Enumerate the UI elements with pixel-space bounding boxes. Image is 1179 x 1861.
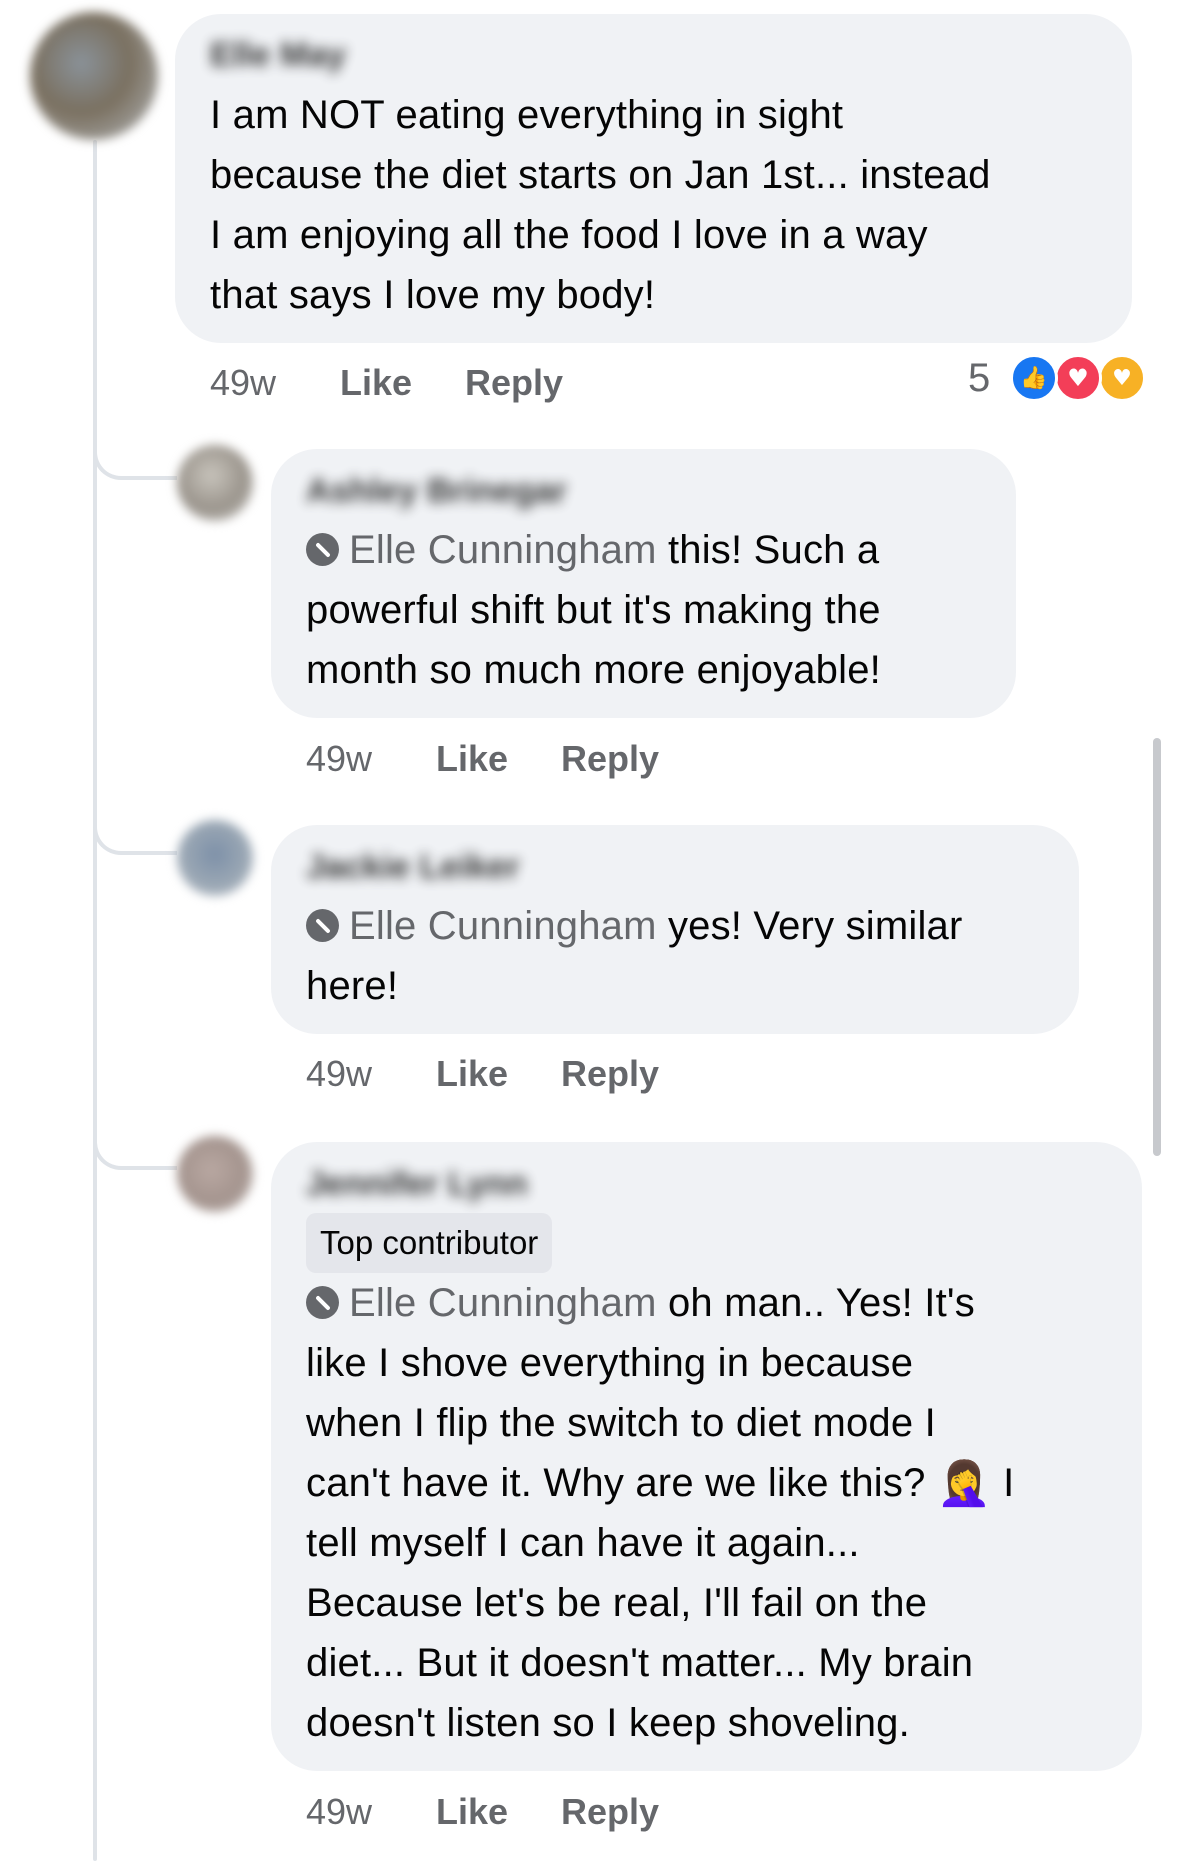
mention-icon: [306, 909, 339, 942]
comment-text-line: I am enjoying all the food I love in a w…: [210, 213, 928, 257]
mention-icon: [306, 1286, 339, 1319]
comment-text: Elle Cunningham oh man.. Yes! It's like …: [306, 1273, 1015, 1753]
comment-author[interactable]: Elle May: [210, 36, 346, 75]
comment-thread: Elle May I am NOT eating everything in s…: [0, 0, 1179, 1861]
like-button[interactable]: Like: [340, 362, 412, 404]
like-button[interactable]: Like: [436, 738, 508, 780]
like-button[interactable]: Like: [436, 1791, 508, 1833]
comment-text-line: Elle Cunningham yes! Very similar: [306, 896, 963, 956]
reply-button[interactable]: Reply: [561, 1053, 659, 1095]
comment-timestamp[interactable]: 49w: [306, 1053, 372, 1095]
comment-timestamp[interactable]: 49w: [210, 362, 276, 404]
comment-text-segment: I: [991, 1461, 1015, 1505]
comment-author[interactable]: Jackie Leiker: [306, 848, 520, 887]
comment-text-segment: oh man.. Yes! It's: [656, 1281, 975, 1325]
mention-link[interactable]: Elle Cunningham: [306, 1281, 657, 1325]
care-icon: ♥: [1098, 354, 1146, 402]
comment-text: Elle Cunningham this! Such a powerful sh…: [306, 520, 881, 700]
thread-elbow: [93, 420, 177, 480]
scrollbar[interactable]: [1153, 738, 1161, 1156]
mention-name: Elle Cunningham: [349, 904, 657, 948]
mention-link[interactable]: Elle Cunningham: [306, 528, 657, 572]
reply-button[interactable]: Reply: [561, 1791, 659, 1833]
avatar[interactable]: [30, 12, 158, 140]
mention-icon: [306, 533, 339, 566]
mention-name: Elle Cunningham: [349, 528, 657, 572]
reaction-count: 5: [968, 356, 991, 400]
like-button[interactable]: Like: [436, 1053, 508, 1095]
comment-text-line: here!: [306, 964, 399, 1008]
avatar[interactable]: [177, 820, 253, 896]
comment-text-segment: can't have it. Why are we like this?: [306, 1461, 937, 1505]
reaction-summary[interactable]: 5 ♥ ♥ 👍: [968, 354, 1158, 404]
reply-button[interactable]: Reply: [465, 362, 563, 404]
top-contributor-badge: Top contributor: [306, 1213, 553, 1273]
mention-name: Elle Cunningham: [349, 1281, 657, 1325]
comment-text-line: diet... But it doesn't matter... My brai…: [306, 1641, 974, 1685]
avatar[interactable]: [177, 1136, 253, 1212]
love-icon: ♥: [1054, 354, 1102, 402]
comment-text-line: I am NOT eating everything in sight: [210, 93, 844, 137]
thread-line: [93, 140, 97, 1861]
comment-text-segment: this! Such a: [656, 528, 880, 572]
facepalm-emoji: 🤦‍♀️: [936, 1458, 992, 1509]
comment-text: I am NOT eating everything in sight beca…: [210, 85, 991, 325]
like-icon: 👍: [1010, 354, 1058, 402]
comment-timestamp[interactable]: 49w: [306, 1791, 372, 1833]
comment-text-line: can't have it. Why are we like this? 🤦‍♀…: [306, 1453, 1015, 1513]
thread-elbow: [93, 795, 177, 855]
comment-author[interactable]: Jennifer Lynn: [306, 1165, 528, 1204]
comment-text-line: powerful shift but it's making the: [306, 588, 881, 632]
comment-text-line: because the diet starts on Jan 1st... in…: [210, 153, 991, 197]
mention-link[interactable]: Elle Cunningham: [306, 904, 657, 948]
comment-text-line: Because let's be real, I'll fail on the: [306, 1581, 928, 1625]
comment-text-line: when I flip the switch to diet mode I: [306, 1401, 936, 1445]
comment-text-line: month so much more enjoyable!: [306, 648, 881, 692]
comment-timestamp[interactable]: 49w: [306, 738, 372, 780]
thread-elbow: [93, 1110, 177, 1170]
comment-text-line: like I shove everything in because: [306, 1341, 914, 1385]
comment-text-line: Elle Cunningham oh man.. Yes! It's: [306, 1273, 1015, 1333]
reply-button[interactable]: Reply: [561, 738, 659, 780]
comment-text-line: doesn't listen so I keep shoveling.: [306, 1701, 910, 1745]
comment-text-line: tell myself I can have it again...: [306, 1521, 860, 1565]
avatar[interactable]: [177, 445, 253, 521]
comment-author[interactable]: Ashley Brinegar: [306, 472, 567, 511]
comment-text: Elle Cunningham yes! Very similar here!: [306, 896, 963, 1016]
comment-text-line: Elle Cunningham this! Such a: [306, 520, 881, 580]
comment-text-line: that says I love my body!: [210, 273, 656, 317]
comment-text-segment: yes! Very similar: [656, 904, 963, 948]
